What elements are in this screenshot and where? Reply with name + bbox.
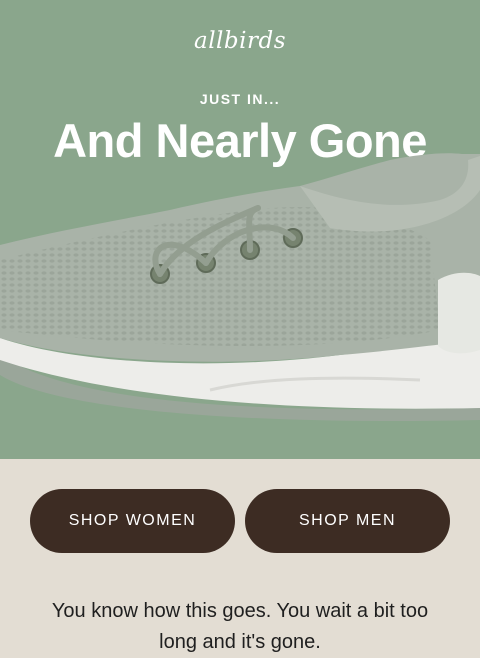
sneaker-image[interactable] <box>0 150 480 430</box>
shop-buttons: SHOP WOMEN SHOP MEN <box>30 489 450 553</box>
shop-women-button[interactable]: SHOP WOMEN <box>30 489 235 553</box>
shop-men-button[interactable]: SHOP MEN <box>245 489 450 553</box>
hero-eyebrow: JUST IN... <box>199 91 281 107</box>
hero-banner: allbirds JUST IN... And Nearly Gone <box>0 0 480 459</box>
body-text: You know how this goes. You wait a bit t… <box>51 600 429 653</box>
allbirds-logo[interactable]: allbirds <box>0 28 480 54</box>
